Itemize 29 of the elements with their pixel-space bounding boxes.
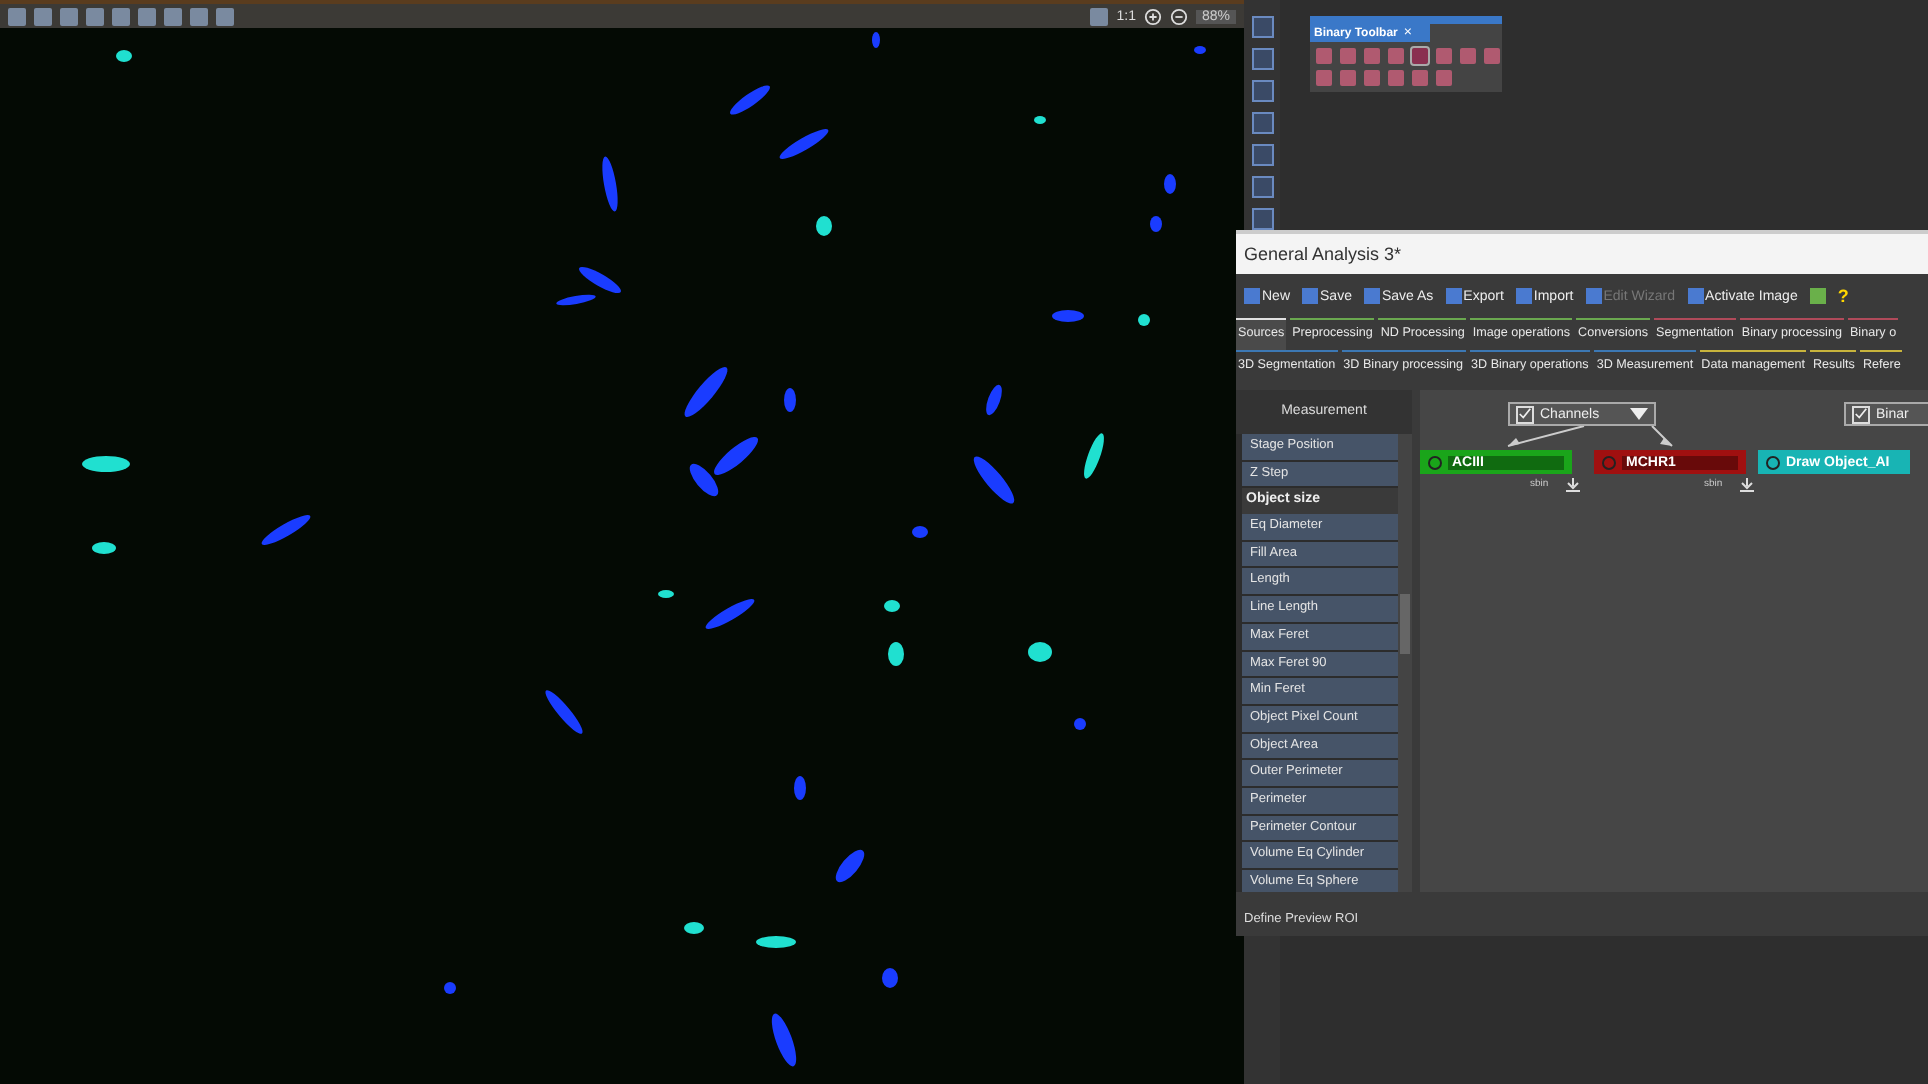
window-title: General Analysis 3* [1236,230,1928,274]
tool-button[interactable] [1251,80,1273,102]
tool-button[interactable] [1251,208,1273,230]
port-icon [1766,455,1780,469]
zoom-out-icon[interactable] [1169,7,1188,25]
toolbar-icon [1302,288,1319,304]
checkbox[interactable] [1852,405,1870,423]
toolbar-icon [1445,288,1462,304]
toolbar-icon [1515,288,1532,304]
toolbar-icon [1244,288,1260,304]
tool-button[interactable] [1251,144,1273,166]
toolbar-icon [1585,288,1602,304]
toolbar-icon[interactable] [1809,288,1826,304]
toolbar-icon[interactable] [1090,7,1109,25]
tool-button[interactable] [1251,48,1273,70]
port-icon [1428,455,1442,469]
toolbar-icon [1363,288,1380,304]
download-icon[interactable] [1566,478,1580,492]
checkbox[interactable] [1516,405,1534,423]
scrollbar[interactable] [1398,434,1412,892]
download-icon[interactable] [1740,478,1754,492]
help-button[interactable]: ? [1837,286,1849,306]
tool-button[interactable] [1251,112,1273,134]
tool-button[interactable] [1251,176,1273,198]
caret-icon [1630,408,1648,420]
zoom-in-icon[interactable] [1143,7,1162,25]
toolbar-icon [1687,288,1704,304]
tool-button[interactable] [1251,16,1273,38]
port-icon [1602,455,1616,469]
